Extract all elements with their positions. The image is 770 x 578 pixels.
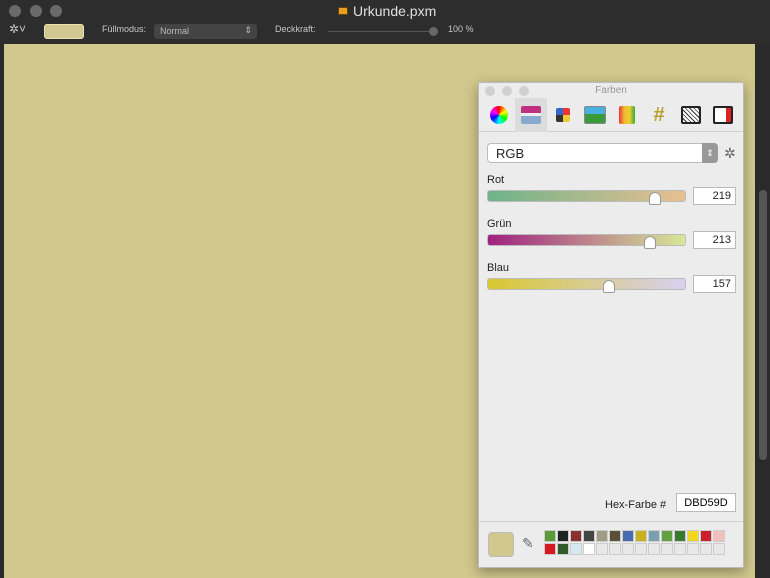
color-swatch[interactable] xyxy=(661,530,673,542)
color-swatch[interactable] xyxy=(622,530,634,542)
hex-label: Hex-Farbe # xyxy=(605,499,667,511)
colors-panel: Farben # RGB ⇕ ✲ Rot 219 Grün 213 Blau 15… xyxy=(478,82,744,568)
green-slider[interactable] xyxy=(487,234,686,246)
gear-menu-icon[interactable]: ✲˅ xyxy=(9,22,26,36)
sliders-icon xyxy=(521,106,541,124)
green-value-field[interactable]: 213 xyxy=(693,231,736,249)
chevron-updown-icon: ⇕ xyxy=(244,25,252,35)
tab-color-wheel[interactable] xyxy=(483,98,515,132)
crayons-icon xyxy=(619,106,635,124)
color-swatch[interactable] xyxy=(583,530,595,542)
fill-mode-label: Füllmodus: xyxy=(102,24,147,34)
color-swatch[interactable] xyxy=(700,530,712,542)
document-icon xyxy=(338,7,348,15)
color-swatch[interactable] xyxy=(596,530,608,542)
blue-label: Blau xyxy=(487,262,510,274)
empty-swatch[interactable] xyxy=(661,543,673,555)
blue-slider-thumb[interactable] xyxy=(603,280,615,293)
empty-swatch[interactable] xyxy=(687,543,699,555)
tab-color-palettes[interactable] xyxy=(547,98,579,132)
fill-mode-value: Normal xyxy=(160,26,190,36)
color-mode-tabs: # xyxy=(479,98,743,132)
empty-swatch[interactable] xyxy=(700,543,712,555)
color-swatch[interactable] xyxy=(570,543,582,555)
minimize-button[interactable] xyxy=(30,5,42,17)
color-swatch[interactable] xyxy=(544,530,556,542)
color-swatch[interactable] xyxy=(674,530,686,542)
color-swatch[interactable] xyxy=(557,530,569,542)
red-slider-thumb[interactable] xyxy=(649,192,661,205)
tab-custom-palette[interactable] xyxy=(707,98,739,132)
web-palette-icon xyxy=(681,106,701,124)
red-label: Rot xyxy=(487,174,505,186)
window-title: Urkunde.pxm xyxy=(338,3,436,19)
tab-hex-palette[interactable]: # xyxy=(643,98,675,132)
color-swatch[interactable] xyxy=(713,530,725,542)
title-bar: Urkunde.pxm ✲˅ Füllmodus: Normal ⇕ Deckkr… xyxy=(0,0,770,44)
chevron-updown-icon: ⇕ xyxy=(702,143,718,163)
color-wheel-icon xyxy=(490,106,508,124)
palette-grid-icon xyxy=(556,108,570,122)
color-swatch[interactable] xyxy=(557,543,569,555)
tab-web-palette[interactable] xyxy=(675,98,707,132)
blue-value-field[interactable]: 157 xyxy=(693,275,736,293)
green-label: Grün xyxy=(487,218,512,230)
color-swatch[interactable] xyxy=(583,543,595,555)
color-swatch[interactable] xyxy=(687,530,699,542)
zoom-button[interactable] xyxy=(50,5,62,17)
empty-swatch[interactable] xyxy=(596,543,608,555)
tab-crayons[interactable] xyxy=(611,98,643,132)
color-swatch[interactable] xyxy=(609,530,621,542)
empty-swatch[interactable] xyxy=(622,543,634,555)
swatch-bar: ✎ xyxy=(479,521,743,569)
color-swatch[interactable] xyxy=(544,543,556,555)
gear-icon[interactable]: ✲ xyxy=(724,145,736,162)
tab-image-palettes[interactable] xyxy=(579,98,611,132)
color-model-select[interactable]: RGB ⇕ xyxy=(487,143,718,163)
swatch-grid xyxy=(544,530,725,555)
color-swatch[interactable] xyxy=(635,530,647,542)
green-slider-thumb[interactable] xyxy=(644,236,656,249)
empty-swatch[interactable] xyxy=(609,543,621,555)
opacity-slider[interactable] xyxy=(328,31,436,32)
scrollbar-thumb[interactable] xyxy=(759,190,767,460)
close-button[interactable] xyxy=(9,5,21,17)
color-swatch[interactable] xyxy=(648,530,660,542)
red-value-field[interactable]: 219 xyxy=(693,187,736,205)
color-swatch[interactable] xyxy=(570,530,582,542)
color-model-value: RGB xyxy=(496,146,525,161)
fill-mode-select[interactable]: Normal ⇕ xyxy=(154,24,257,39)
panel-title: Farben xyxy=(595,85,627,96)
window-title-text: Urkunde.pxm xyxy=(353,3,437,19)
hex-value-field[interactable]: DBD59D xyxy=(676,493,736,512)
opacity-value: 100 % xyxy=(448,24,474,34)
eyedropper-icon[interactable]: ✎ xyxy=(522,535,534,552)
empty-swatch[interactable] xyxy=(648,543,660,555)
custom-palette-icon xyxy=(713,106,733,124)
blue-slider[interactable] xyxy=(487,278,686,290)
image-icon xyxy=(584,106,606,124)
empty-swatch[interactable] xyxy=(635,543,647,555)
hash-icon: # xyxy=(653,103,665,126)
opacity-slider-knob[interactable] xyxy=(429,27,438,36)
tab-color-sliders[interactable] xyxy=(515,98,547,132)
opacity-label: Deckkraft: xyxy=(275,24,316,34)
empty-swatch[interactable] xyxy=(674,543,686,555)
current-color-well[interactable] xyxy=(488,532,514,557)
fill-color-swatch[interactable] xyxy=(44,24,84,39)
empty-swatch[interactable] xyxy=(713,543,725,555)
